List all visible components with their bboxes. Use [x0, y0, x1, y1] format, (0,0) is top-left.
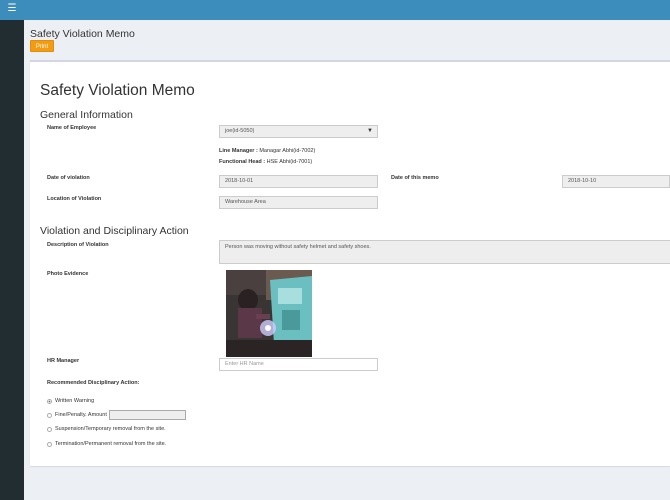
employee-select-value: joe(id-5050) — [225, 128, 255, 134]
description-field[interactable]: Person was moving without safety helmet … — [219, 240, 670, 264]
caret-down-icon: ▼ — [367, 128, 373, 134]
sidebar — [0, 20, 24, 500]
employee-label: Name of Employee — [47, 125, 97, 131]
photo-evidence-image — [226, 270, 312, 357]
fine-label: Fine/Penalty. Amount — [55, 412, 107, 418]
print-button[interactable]: Print — [30, 40, 54, 52]
action-option-fine[interactable]: Fine/Penalty. Amount — [47, 410, 186, 420]
disciplinary-action-label: Recommended Disciplinary Action: — [47, 380, 140, 386]
top-navbar: ☰ — [0, 0, 670, 20]
date-memo-field[interactable]: 2018-10-10 — [562, 175, 670, 188]
memo-box: Safety Violation Memo General Informatio… — [30, 60, 670, 466]
location-label: Location of Violation — [47, 196, 102, 202]
line-manager-value: Managar Abhi(id-7002) — [259, 148, 316, 154]
violation-heading: Violation and Disciplinary Action — [40, 225, 189, 237]
written-warning-label: Written Warning — [55, 398, 95, 404]
suspension-label: Suspension/Temporary removal from the si… — [55, 426, 166, 432]
photo-label: Photo Evidence — [47, 271, 89, 277]
functional-head-info: Functional Head : HSE Abhi(id-7001) — [219, 159, 312, 165]
page-title: Safety Violation Memo — [30, 28, 135, 40]
content-area: Safety Violation Memo Print Safety Viola… — [24, 20, 670, 500]
radio-written-warning[interactable] — [47, 398, 52, 404]
radio-termination[interactable] — [47, 441, 52, 447]
hamburger-icon[interactable]: ☰ — [6, 3, 18, 15]
functional-head-label: Functional Head : — [219, 159, 266, 165]
date-violation-label: Date of violation — [47, 175, 90, 181]
radio-suspension[interactable] — [47, 426, 52, 432]
radio-fine[interactable] — [47, 412, 52, 418]
hr-manager-label: HR Manager — [47, 358, 80, 364]
general-info-heading: General Information — [40, 109, 133, 121]
termination-label: Termination/Permanent removal from the s… — [55, 441, 167, 447]
action-option-suspension[interactable]: Suspension/Temporary removal from the si… — [47, 426, 166, 432]
employee-select[interactable]: joe(id-5050) ▼ — [219, 125, 378, 138]
action-option-written-warning[interactable]: Written Warning — [47, 398, 94, 404]
description-label: Description of Violation — [47, 242, 109, 248]
fine-amount-input[interactable] — [108, 410, 186, 420]
hr-manager-input[interactable]: Enter HR Name — [219, 358, 378, 371]
functional-head-value: HSE Abhi(id-7001) — [266, 159, 313, 165]
memo-title: Safety Violation Memo — [40, 82, 195, 99]
location-field[interactable]: Warehouse Area — [219, 196, 378, 209]
line-manager-info: Line Manager : Managar Abhi(id-7002) — [219, 148, 315, 154]
line-manager-label: Line Manager : — [219, 148, 258, 154]
date-memo-label: Date of this memo — [391, 175, 439, 181]
date-violation-field[interactable]: 2018-10-01 — [219, 175, 378, 188]
action-option-termination[interactable]: Termination/Permanent removal from the s… — [47, 441, 166, 447]
